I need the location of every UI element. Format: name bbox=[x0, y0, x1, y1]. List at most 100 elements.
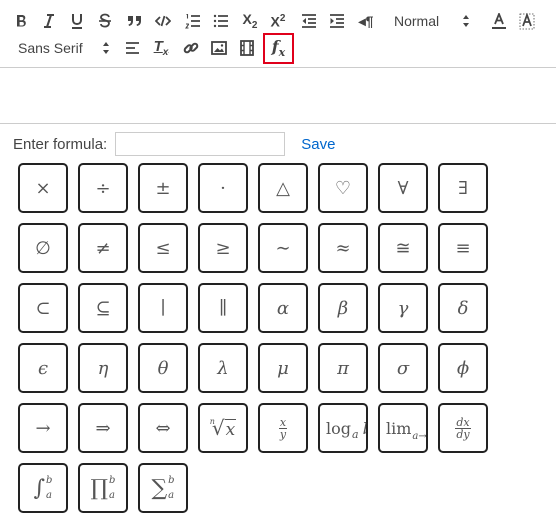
symbol-button-nth-root[interactable]: n √ x bbox=[198, 403, 248, 453]
symbol-right-arrow: → bbox=[35, 417, 51, 439]
subscript-letter: X bbox=[242, 11, 252, 28]
symbol-button-equivalent[interactable]: ≡ bbox=[438, 223, 488, 273]
symbol-button-limit[interactable]: lima→b bbox=[378, 403, 428, 453]
symbol-button-times[interactable]: × bbox=[18, 163, 68, 213]
symbol-triangle: △ bbox=[276, 177, 290, 199]
symbol-button-integral[interactable]: ∫ b a bbox=[18, 463, 68, 513]
symbol-exists: ∃ bbox=[458, 177, 468, 199]
italic-icon bbox=[44, 14, 54, 28]
blockquote-icon bbox=[128, 16, 141, 26]
italic-button[interactable] bbox=[38, 10, 60, 32]
font-picker[interactable]: Sans Serif bbox=[18, 37, 110, 59]
bullet-list-button[interactable] bbox=[210, 10, 232, 32]
font-picker-label: Sans Serif bbox=[18, 40, 83, 56]
picker-arrows-icon bbox=[103, 42, 109, 54]
subscript-button[interactable]: X2 bbox=[238, 10, 262, 32]
formula-input-row: Enter formula: Save bbox=[13, 131, 335, 157]
align-button[interactable] bbox=[122, 37, 144, 59]
symbol-button-less-equal[interactable]: ≤ bbox=[138, 223, 188, 273]
symbol-button-beta[interactable]: β bbox=[318, 283, 368, 333]
symbol-button-triangle[interactable]: △ bbox=[258, 163, 308, 213]
symbol-button-gamma[interactable]: γ bbox=[378, 283, 428, 333]
editor-toolbar: X2 X2 ◂¶ Normal Sans Serif Tx fx bbox=[0, 0, 556, 68]
symbol-button-congruent[interactable]: ≅ bbox=[378, 223, 428, 273]
clean-format-button[interactable]: Tx bbox=[150, 37, 172, 59]
underline-icon bbox=[72, 14, 82, 29]
video-button[interactable] bbox=[236, 37, 258, 59]
symbol-button-not-equal[interactable]: ≠ bbox=[78, 223, 128, 273]
symbol-button-logarithm[interactable]: logab bbox=[318, 403, 368, 453]
symbol-button-parallel[interactable]: ∥ bbox=[198, 283, 248, 333]
symbol-epsilon: ϵ bbox=[37, 357, 49, 379]
symbol-pi: π bbox=[337, 357, 349, 379]
symbol-button-divide[interactable]: ÷ bbox=[78, 163, 128, 213]
symbol-button-similar[interactable]: ∼ bbox=[258, 223, 308, 273]
symbol-greater-equal: ≥ bbox=[215, 237, 231, 259]
symbol-button-pi[interactable]: π bbox=[318, 343, 368, 393]
symbol-button-exists[interactable]: ∃ bbox=[438, 163, 488, 213]
superscript-letter: X bbox=[270, 13, 280, 30]
symbol-for-all: ∀ bbox=[397, 177, 409, 199]
symbol-button-alpha[interactable]: α bbox=[258, 283, 308, 333]
code-block-button[interactable] bbox=[152, 10, 174, 32]
symbol-button-summation[interactable]: ∑ b a bbox=[138, 463, 188, 513]
outdent-icon bbox=[302, 14, 316, 28]
symbol-summation-upper: b bbox=[168, 475, 175, 486]
symbol-button-delta[interactable]: δ bbox=[438, 283, 488, 333]
superscript-button[interactable]: X2 bbox=[266, 10, 290, 32]
symbol-button-subset-equal[interactable]: ⊆ bbox=[78, 283, 128, 333]
clean-format-sub: x bbox=[162, 47, 169, 58]
symbol-button-empty-set[interactable]: ∅ bbox=[18, 223, 68, 273]
symbol-button-greater-equal[interactable]: ≥ bbox=[198, 223, 248, 273]
save-button[interactable]: Save bbox=[301, 136, 335, 153]
symbol-button-eta[interactable]: η bbox=[78, 343, 128, 393]
blockquote-button[interactable] bbox=[124, 10, 146, 32]
symbol-button-divides[interactable]: ∣ bbox=[138, 283, 188, 333]
symbol-button-for-all[interactable]: ∀ bbox=[378, 163, 428, 213]
symbol-summation-limits: ba bbox=[168, 473, 174, 503]
video-icon bbox=[240, 40, 254, 56]
rtl-direction-button[interactable]: ◂¶ bbox=[354, 10, 378, 32]
symbol-button-plus-minus[interactable]: ± bbox=[138, 163, 188, 213]
clean-format-icon: Tx bbox=[154, 38, 169, 58]
bold-button[interactable] bbox=[10, 10, 32, 32]
link-button[interactable] bbox=[180, 37, 202, 59]
symbol-mu: μ bbox=[277, 357, 289, 379]
symbol-button-theta[interactable]: θ bbox=[138, 343, 188, 393]
symbol-button-heart[interactable]: ♡ bbox=[318, 163, 368, 213]
symbol-button-epsilon[interactable]: ϵ bbox=[18, 343, 68, 393]
symbol-button-product[interactable]: ∏ b a bbox=[78, 463, 128, 513]
symbol-button-iff[interactable]: ⇔ bbox=[138, 403, 188, 453]
indent-button[interactable] bbox=[326, 10, 348, 32]
outdent-button[interactable] bbox=[298, 10, 320, 32]
symbol-button-approx[interactable]: ≈ bbox=[318, 223, 368, 273]
image-button[interactable] bbox=[208, 37, 230, 59]
symbol-button-center-dot[interactable]: · bbox=[198, 163, 248, 213]
underline-button[interactable] bbox=[66, 10, 88, 32]
strike-button[interactable] bbox=[94, 10, 116, 32]
background-color-button[interactable] bbox=[516, 10, 538, 32]
text-color-button[interactable] bbox=[488, 10, 510, 32]
formula-input[interactable] bbox=[115, 132, 286, 156]
symbol-button-right-arrow[interactable]: → bbox=[18, 403, 68, 453]
header-picker[interactable]: Normal bbox=[394, 10, 470, 32]
text-color-icon bbox=[492, 12, 506, 29]
ordered-list-button[interactable] bbox=[182, 10, 204, 32]
symbol-product-symbol: ∏ bbox=[90, 475, 109, 501]
symbol-button-mu[interactable]: μ bbox=[258, 343, 308, 393]
symbol-divides: ∣ bbox=[160, 297, 166, 319]
editor-content-area[interactable] bbox=[0, 69, 556, 124]
symbol-congruent: ≅ bbox=[395, 237, 411, 259]
symbol-integral-limits: ba bbox=[46, 473, 52, 503]
symbol-summation-symbol: ∑ bbox=[151, 475, 168, 501]
symbol-button-phi[interactable]: ϕ bbox=[438, 343, 488, 393]
symbol-button-derivative[interactable]: dx dy bbox=[438, 403, 488, 453]
symbol-fraction-numerator: x bbox=[278, 415, 288, 429]
symbol-button-subset[interactable]: ⊂ bbox=[18, 283, 68, 333]
symbol-button-lambda[interactable]: λ bbox=[198, 343, 248, 393]
symbol-button-implies[interactable]: ⇒ bbox=[78, 403, 128, 453]
symbol-button-fraction[interactable]: xy bbox=[258, 403, 308, 453]
symbol-button-sigma[interactable]: σ bbox=[378, 343, 428, 393]
bold-icon bbox=[17, 15, 26, 27]
formula-label: Enter formula: bbox=[13, 135, 108, 153]
